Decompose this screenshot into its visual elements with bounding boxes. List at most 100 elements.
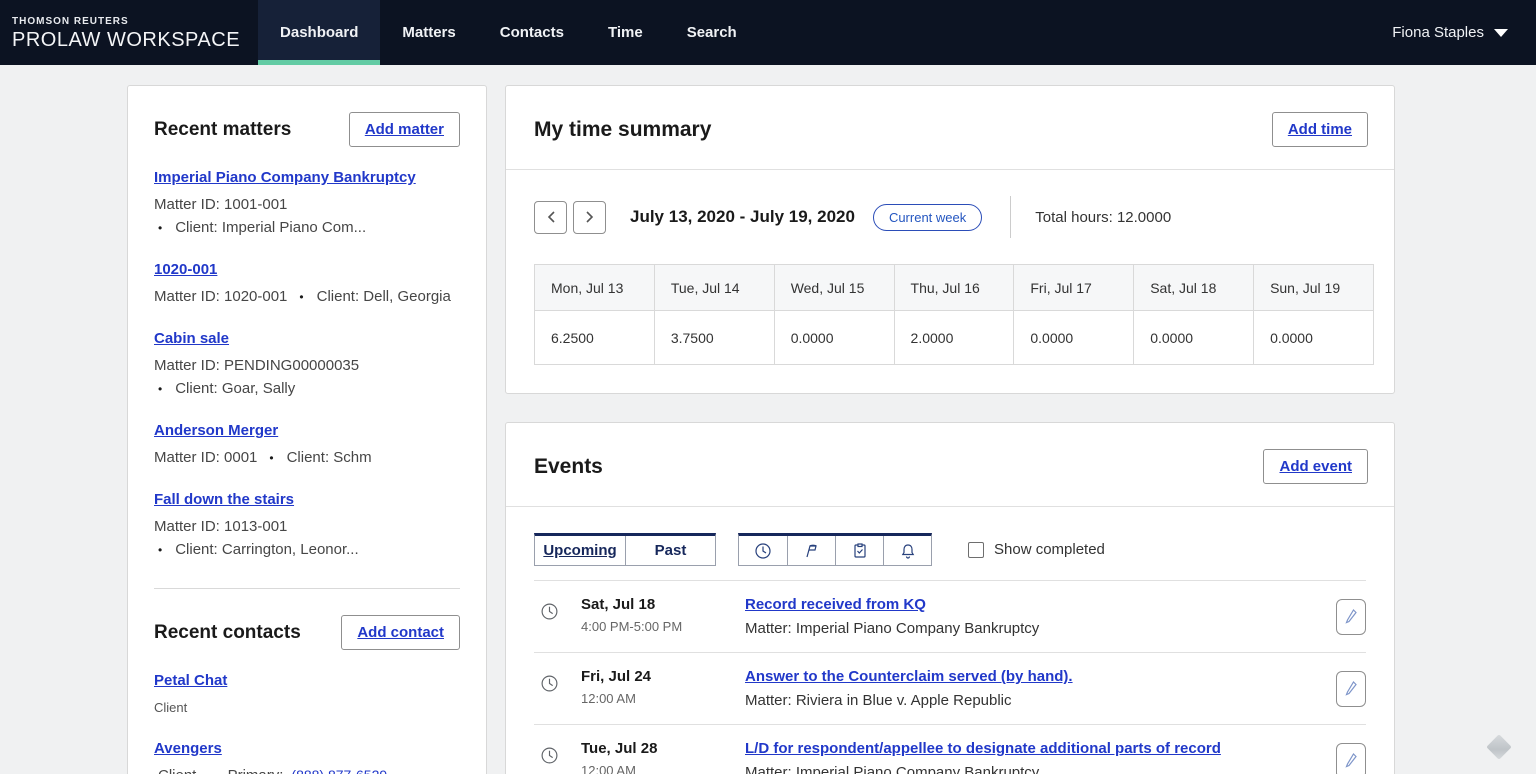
matter-list-item: Cabin sale Matter ID: PENDING00000035 • … <box>154 330 460 401</box>
tab-past[interactable]: Past <box>625 536 715 565</box>
page-content: Recent matters Add matter Imperial Piano… <box>0 65 1536 774</box>
day-hours: 0.0000 <box>1134 311 1254 365</box>
nav-item-search[interactable]: Search <box>665 0 759 65</box>
task-filter-button[interactable] <box>835 536 883 565</box>
contact-type: Client <box>154 696 460 719</box>
matter-link[interactable]: Imperial Piano Company Bankruptcy <box>154 169 416 186</box>
next-week-button[interactable] <box>573 201 606 234</box>
add-event-button[interactable]: Add event <box>1263 449 1368 484</box>
matter-link[interactable]: Fall down the stairs <box>154 491 294 508</box>
sidebar-panel: Recent matters Add matter Imperial Piano… <box>127 85 487 774</box>
show-completed-checkbox[interactable] <box>968 542 984 558</box>
weekly-hours-table: Mon, Jul 13 Tue, Jul 14 Wed, Jul 15 Thu,… <box>534 264 1374 365</box>
event-date: Sat, Jul 18 <box>581 596 721 613</box>
clock-icon <box>754 542 772 560</box>
user-name: Fiona Staples <box>1392 24 1484 41</box>
time-summary-card: My time summary Add time July 13, 2020 -… <box>505 85 1395 394</box>
vertical-divider <box>1010 196 1011 238</box>
clock-filter-button[interactable] <box>739 536 787 565</box>
event-matter: Matter: Imperial Piano Company Bankruptc… <box>745 764 1320 774</box>
event-matter: Matter: Imperial Piano Company Bankruptc… <box>745 620 1320 637</box>
bullet-separator: • <box>158 378 162 401</box>
main-nav: Dashboard Matters Contacts Time Search <box>258 0 759 65</box>
event-title-link[interactable]: L/D for respondent/appellee to designate… <box>745 740 1221 757</box>
nav-item-matters[interactable]: Matters <box>380 0 477 65</box>
top-navigation-bar: THOMSON REUTERS PROLAW WORKSPACE Dashboa… <box>0 0 1536 65</box>
day-header: Mon, Jul 13 <box>535 265 655 311</box>
day-header: Thu, Jul 16 <box>894 265 1014 311</box>
day-hours: 0.0000 <box>1254 311 1374 365</box>
previous-week-button[interactable] <box>534 201 567 234</box>
bullet-separator: • <box>210 765 214 774</box>
recent-matters-title: Recent matters <box>154 119 291 141</box>
event-row: Tue, Jul 28 12:00 AM L/D for respondent/… <box>534 724 1366 774</box>
show-completed-toggle[interactable]: Show completed <box>968 541 1105 558</box>
total-hours-label: Total hours: 12.0000 <box>1035 209 1171 226</box>
edit-event-button[interactable] <box>1336 671 1366 707</box>
event-type-filter-group <box>738 533 932 566</box>
matter-id: Matter ID: 0001 <box>154 446 257 469</box>
events-list: Sat, Jul 18 4:00 PM-5:00 PM Record recei… <box>506 580 1394 774</box>
clock-icon <box>540 596 559 626</box>
tab-upcoming[interactable]: Upcoming <box>535 536 625 565</box>
edit-event-button[interactable] <box>1336 599 1366 635</box>
day-header: Wed, Jul 15 <box>774 265 894 311</box>
pencil-icon <box>1344 608 1358 626</box>
add-contact-button[interactable]: Add contact <box>341 615 460 650</box>
recent-contacts-title: Recent contacts <box>154 622 301 644</box>
event-title-link[interactable]: Answer to the Counterclaim served (by ha… <box>745 668 1073 685</box>
chevron-right-icon <box>585 210 595 224</box>
add-time-button[interactable]: Add time <box>1272 112 1368 147</box>
bullet-separator: • <box>158 217 162 240</box>
user-menu[interactable]: Fiona Staples <box>1392 0 1536 65</box>
event-time: 12:00 AM <box>581 691 721 706</box>
matter-link[interactable]: 1020-001 <box>154 261 217 278</box>
event-title-link[interactable]: Record received from KQ <box>745 596 926 613</box>
chevron-down-icon <box>1494 29 1508 37</box>
event-time: 12:00 AM <box>581 763 721 774</box>
nav-item-time[interactable]: Time <box>586 0 665 65</box>
matter-list-item: Anderson Merger Matter ID: 0001 • Client… <box>154 422 460 470</box>
matter-list-item: Fall down the stairs Matter ID: 1013-001… <box>154 491 460 562</box>
matter-link[interactable]: Cabin sale <box>154 330 229 347</box>
flag-filter-button[interactable] <box>787 536 835 565</box>
bell-filter-button[interactable] <box>883 536 931 565</box>
nav-item-dashboard[interactable]: Dashboard <box>258 0 380 65</box>
contact-phone-link[interactable]: (888) 877-6529 <box>291 764 387 774</box>
event-date: Fri, Jul 24 <box>581 668 721 685</box>
bullet-separator: • <box>299 286 303 309</box>
matter-client: Client: Carrington, Leonor... <box>175 538 358 561</box>
edit-event-button[interactable] <box>1336 743 1366 774</box>
clock-icon <box>540 740 559 770</box>
matter-id: Matter ID: PENDING00000035 <box>154 354 460 377</box>
matter-id: Matter ID: 1020-001 <box>154 285 287 308</box>
day-header: Tue, Jul 14 <box>654 265 774 311</box>
matter-list-item: 1020-001 Matter ID: 1020-001 • Client: D… <box>154 261 460 309</box>
matter-id: Matter ID: 1013-001 <box>154 515 460 538</box>
matter-client: Client: Schm <box>287 446 372 469</box>
contact-type: Client <box>158 764 196 774</box>
day-header: Sun, Jul 19 <box>1254 265 1374 311</box>
event-row: Sat, Jul 18 4:00 PM-5:00 PM Record recei… <box>534 580 1366 652</box>
events-card: Events Add event Upcoming Past <box>505 422 1395 774</box>
matter-client: Client: Dell, Georgia <box>317 285 451 308</box>
contact-link[interactable]: Petal Chat <box>154 672 227 689</box>
sidebar-divider <box>154 588 460 589</box>
bullet-separator: • <box>269 447 273 470</box>
current-week-button[interactable]: Current week <box>873 204 982 231</box>
prolaw-workspace-logo[interactable]: THOMSON REUTERS PROLAW WORKSPACE <box>0 0 258 65</box>
bullet-separator: • <box>158 539 162 562</box>
nav-item-contacts[interactable]: Contacts <box>478 0 586 65</box>
pencil-icon <box>1344 752 1358 770</box>
chevron-left-icon <box>546 210 556 224</box>
week-navigation: July 13, 2020 - July 19, 2020 Current we… <box>534 196 1366 238</box>
events-tab-group: Upcoming Past <box>534 533 716 566</box>
contact-list-item: Petal Chat Client <box>154 672 460 719</box>
matter-link[interactable]: Anderson Merger <box>154 422 278 439</box>
hours-row: 6.2500 3.7500 0.0000 2.0000 0.0000 0.000… <box>535 311 1374 365</box>
contact-link[interactable]: Avengers <box>154 740 222 757</box>
day-hours: 6.2500 <box>535 311 655 365</box>
main-column: My time summary Add time July 13, 2020 -… <box>505 85 1395 774</box>
add-matter-button[interactable]: Add matter <box>349 112 460 147</box>
event-date: Tue, Jul 28 <box>581 740 721 757</box>
